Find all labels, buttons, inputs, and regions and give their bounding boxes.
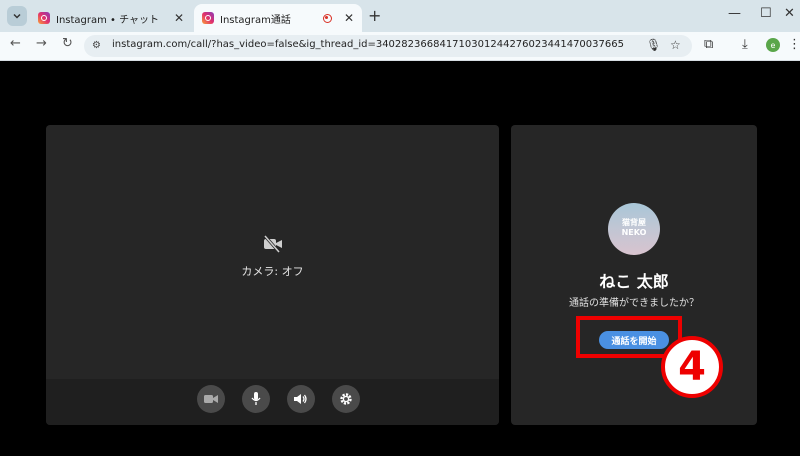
mic-search-icon[interactable]: 🎙	[646, 38, 661, 52]
tab-bar: Instagram • チャット ✕ Instagram通話 ✕ + — ☐ ✕	[0, 0, 800, 32]
instagram-favicon-icon	[38, 12, 50, 24]
forward-icon[interactable]: →	[36, 36, 47, 51]
site-info-icon[interactable]: ⚙	[92, 40, 101, 51]
speaker-toggle-button[interactable]	[287, 385, 315, 413]
profile-initial: e	[770, 40, 776, 50]
menu-icon[interactable]: ⋮	[788, 37, 800, 52]
close-window-button[interactable]: ✕	[784, 6, 795, 21]
speaker-icon	[294, 394, 307, 404]
step-number-badge: 4	[661, 336, 723, 398]
call-controls	[46, 379, 499, 425]
settings-icon	[340, 393, 352, 405]
new-tab-button[interactable]: +	[368, 6, 381, 25]
mic-icon	[251, 392, 261, 405]
self-video-panel: カメラ: オフ	[46, 125, 499, 425]
reload-icon[interactable]: ↻	[62, 36, 73, 51]
chevron-down-icon	[13, 13, 21, 19]
video-toggle-button[interactable]	[197, 385, 225, 413]
browser-toolbar: ← → ↻ ⚙ instagram.com/call/?has_video=fa…	[0, 32, 800, 61]
profile-avatar[interactable]: e	[766, 38, 780, 52]
instagram-favicon-icon	[202, 12, 214, 24]
settings-button[interactable]	[332, 385, 360, 413]
camera-off-indicator: カメラ: オフ	[46, 235, 499, 279]
address-bar[interactable]: ⚙ instagram.com/call/?has_video=false&ig…	[84, 35, 692, 57]
video-icon	[204, 395, 218, 403]
tab-title: Instagram通話	[220, 14, 291, 26]
extensions-icon[interactable]: ⧉	[704, 37, 713, 52]
tab-title: Instagram • チャット	[56, 14, 160, 26]
tab-instagram-call[interactable]: Instagram通話 ✕	[194, 4, 362, 32]
tab-instagram-chat[interactable]: Instagram • チャット ✕	[30, 4, 192, 32]
callee-avatar: 猫背屋 NEKO	[608, 203, 660, 255]
url-text: instagram.com/call/?has_video=false&ig_t…	[112, 39, 624, 50]
ready-prompt: 通話の準備ができましたか？	[569, 298, 699, 309]
back-icon[interactable]: ←	[10, 36, 21, 51]
close-tab-icon[interactable]: ✕	[344, 11, 354, 25]
close-tab-icon[interactable]: ✕	[174, 11, 184, 25]
maximize-window-button[interactable]: ☐	[760, 6, 772, 21]
minimize-window-button[interactable]: —	[728, 6, 741, 21]
camera-off-icon	[263, 235, 282, 253]
download-icon[interactable]: ⤓	[742, 37, 748, 52]
recording-icon	[322, 13, 332, 23]
camera-status-label: カメラ: オフ	[241, 265, 304, 278]
tab-search-button[interactable]	[7, 6, 27, 26]
mic-toggle-button[interactable]	[242, 385, 270, 413]
callee-name: ねこ 太郎	[599, 272, 669, 291]
avatar-logo-text: 猫背屋 NEKO	[621, 218, 647, 237]
bookmark-star-icon[interactable]: ☆	[670, 38, 681, 52]
